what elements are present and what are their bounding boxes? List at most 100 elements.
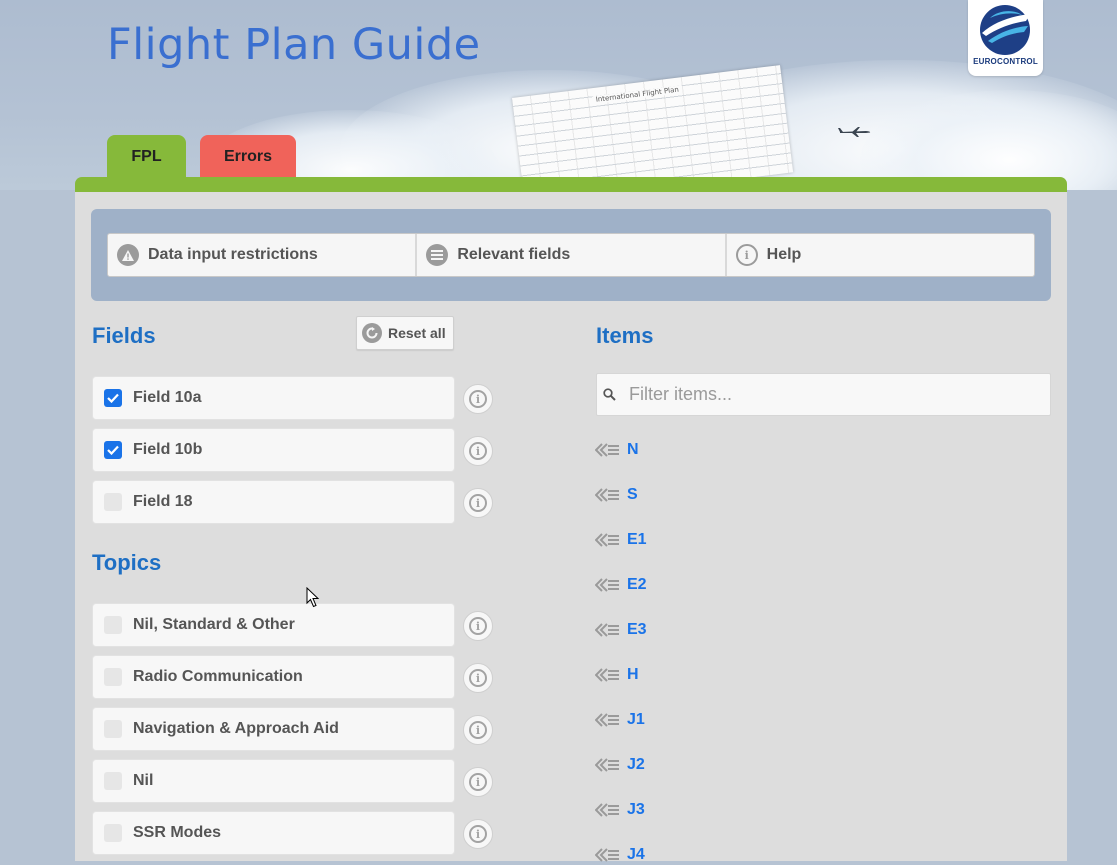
item-label: E3	[627, 621, 647, 638]
item-link[interactable]: H	[595, 665, 639, 685]
topic-label: SSR Modes	[133, 824, 222, 841]
filter-items-field[interactable]	[596, 373, 1051, 416]
item-link[interactable]: J1	[595, 710, 645, 730]
expand-list-icon	[595, 803, 619, 817]
topics-heading: Topics	[92, 550, 162, 575]
info-icon: i	[469, 390, 487, 408]
expand-list-icon	[595, 578, 619, 592]
checkbox-unchecked[interactable]	[104, 668, 122, 686]
tab-errors[interactable]: Errors	[200, 135, 296, 178]
info-icon: i	[469, 721, 487, 739]
topic-info-button[interactable]: i	[463, 819, 493, 849]
item-link[interactable]: S	[595, 485, 638, 505]
expand-list-icon	[595, 488, 619, 502]
topic-nil-row[interactable]: Nil	[92, 759, 455, 803]
item-label: H	[627, 666, 639, 683]
item-link[interactable]: J2	[595, 755, 645, 775]
expand-list-icon	[595, 623, 619, 637]
paper-title: International Flight Plan	[592, 85, 683, 105]
item-label: E1	[627, 531, 647, 548]
field-18-checkbox-row[interactable]: Field 18	[92, 480, 455, 524]
toolbar: Data input restrictions Relevant fields …	[107, 233, 1035, 277]
expand-list-icon	[595, 758, 619, 772]
item-label: J2	[627, 756, 645, 773]
item-label: J4	[627, 846, 645, 863]
checkbox-checked[interactable]	[104, 389, 122, 407]
help-button[interactable]: i Help	[727, 234, 1034, 276]
tab-fpl[interactable]: FPL	[107, 135, 186, 178]
expand-list-icon	[595, 848, 619, 862]
field-label: Field 10a	[133, 389, 202, 406]
filter-items-input[interactable]	[629, 374, 1029, 415]
topic-navigation-approach-aid-row[interactable]: Navigation & Approach Aid	[92, 707, 455, 751]
checkbox-checked[interactable]	[104, 441, 122, 459]
field-10b-info-button[interactable]: i	[463, 436, 493, 466]
expand-list-icon	[595, 668, 619, 682]
item-label: N	[627, 441, 639, 458]
field-10b-checkbox-row[interactable]: Field 10b	[92, 428, 455, 472]
field-18-info-button[interactable]: i	[463, 488, 493, 518]
tab-errors-label: Errors	[223, 147, 273, 165]
topic-radio-communication-row[interactable]: Radio Communication	[92, 655, 455, 699]
expand-list-icon	[595, 443, 619, 457]
info-icon: i	[469, 442, 487, 460]
checkbox-unchecked[interactable]	[104, 824, 122, 842]
fields-heading: Fields	[92, 323, 156, 348]
reset-all-label: Reset all	[388, 325, 446, 341]
item-label: S	[627, 486, 638, 503]
item-link[interactable]: E2	[595, 575, 647, 595]
relevant-fields-button[interactable]: Relevant fields	[417, 234, 727, 276]
topic-nil-standard-other-row[interactable]: Nil, Standard & Other	[92, 603, 455, 647]
item-label: J1	[627, 711, 645, 728]
help-label: Help	[766, 246, 802, 263]
field-10a-checkbox-row[interactable]: Field 10a	[92, 376, 455, 420]
item-label: J3	[627, 801, 645, 818]
topic-label: Radio Communication	[133, 668, 303, 685]
tab-bar	[75, 177, 1067, 192]
topic-label: Nil	[133, 772, 154, 789]
expand-list-icon	[595, 713, 619, 727]
checkbox-unchecked[interactable]	[104, 720, 122, 738]
topic-info-button[interactable]: i	[463, 715, 493, 745]
tab-fpl-label: FPL	[131, 147, 162, 165]
mouse-cursor-icon	[306, 587, 320, 608]
field-label: Field 18	[133, 493, 193, 510]
item-link[interactable]: J3	[595, 800, 645, 820]
expand-list-icon	[595, 533, 619, 547]
item-link[interactable]: J4	[595, 845, 645, 865]
reset-all-button[interactable]: Reset all	[356, 316, 454, 350]
item-link[interactable]: E1	[595, 530, 647, 550]
checkbox-unchecked[interactable]	[104, 616, 122, 634]
data-input-restrictions-button[interactable]: Data input restrictions	[108, 234, 418, 276]
info-icon: i	[469, 773, 487, 791]
info-icon: i	[469, 494, 487, 512]
eurocontrol-logo-icon	[980, 5, 1030, 55]
checkbox-unchecked[interactable]	[104, 772, 122, 790]
airplane-icon	[838, 127, 871, 137]
topic-label: Nil, Standard & Other	[133, 616, 295, 633]
item-link[interactable]: N	[595, 440, 639, 460]
reset-icon	[362, 323, 382, 343]
checkbox-unchecked[interactable]	[104, 493, 122, 511]
warning-icon	[117, 244, 139, 266]
topic-label: Navigation & Approach Aid	[133, 720, 339, 737]
data-input-restrictions-label: Data input restrictions	[148, 246, 318, 263]
info-icon: i	[735, 244, 758, 266]
field-10a-info-button[interactable]: i	[463, 384, 493, 414]
toolbar-container: Data input restrictions Relevant fields …	[91, 209, 1051, 301]
items-heading: Items	[596, 323, 654, 348]
topic-info-button[interactable]: i	[463, 611, 493, 641]
topic-info-button[interactable]: i	[463, 767, 493, 797]
item-label: E2	[627, 576, 647, 593]
list-icon	[426, 244, 449, 266]
topic-info-button[interactable]: i	[463, 663, 493, 693]
topic-ssr-modes-row[interactable]: SSR Modes	[92, 811, 455, 855]
search-icon	[603, 388, 616, 401]
item-link[interactable]: E3	[595, 620, 647, 640]
info-icon: i	[469, 669, 487, 687]
main-panel: Data input restrictions Relevant fields …	[75, 192, 1067, 863]
relevant-fields-label: Relevant fields	[457, 246, 571, 263]
field-label: Field 10b	[133, 441, 203, 458]
eurocontrol-logo[interactable]: EUROCONTROL	[968, 0, 1043, 76]
logo-text: EUROCONTROL	[973, 57, 1038, 66]
